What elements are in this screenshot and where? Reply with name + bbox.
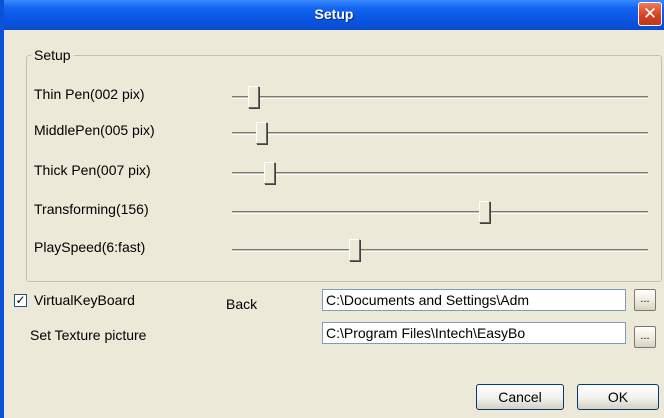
thin-pen-slider-thumb[interactable] (248, 86, 259, 108)
transforming-label: Transforming(156) (34, 201, 149, 217)
groupbox-legend: Setup (31, 47, 74, 63)
virtual-keyboard-label[interactable]: VirtualKeyBoard (34, 292, 135, 308)
middle-pen-slider-thumb[interactable] (256, 122, 267, 144)
transforming-slider-thumb[interactable] (479, 201, 490, 223)
texture-label: Set Texture picture (30, 327, 147, 343)
playspeed-slider-track[interactable] (232, 249, 648, 252)
thin-pen-label: Thin Pen(002 pix) (34, 86, 145, 102)
middle-pen-slider-track[interactable] (232, 132, 648, 135)
thin-pen-slider-track[interactable] (232, 96, 648, 99)
texture-path-field[interactable]: C:\Program Files\Intech\EasyBo (322, 322, 626, 344)
back-label: Back (226, 296, 258, 312)
window-title: Setup (314, 6, 354, 22)
texture-browse-button[interactable]: ... (634, 326, 656, 348)
middle-pen-label: MiddlePen(005 pix) (34, 122, 155, 138)
virtual-keyboard-checkbox[interactable]: ✓ (14, 294, 27, 307)
transforming-slider-track[interactable] (232, 211, 648, 214)
thick-pen-slider-thumb[interactable] (264, 162, 275, 184)
ok-button[interactable]: OK (577, 384, 659, 410)
cancel-button[interactable]: Cancel (476, 384, 564, 410)
setup-dialog: Setup ✕ Setup Thin Pen(002 pix) MiddlePe… (0, 0, 664, 418)
thick-pen-slider-track[interactable] (232, 172, 648, 175)
back-path-field[interactable]: C:\Documents and Settings\Adm (322, 289, 626, 311)
back-browse-button[interactable]: ... (634, 289, 656, 311)
title-bar[interactable]: Setup (4, 0, 664, 30)
close-icon[interactable]: ✕ (638, 2, 662, 26)
playspeed-label: PlaySpeed(6:fast) (34, 239, 146, 255)
playspeed-slider-thumb[interactable] (349, 239, 360, 261)
thick-pen-label: Thick Pen(007 pix) (34, 162, 151, 178)
